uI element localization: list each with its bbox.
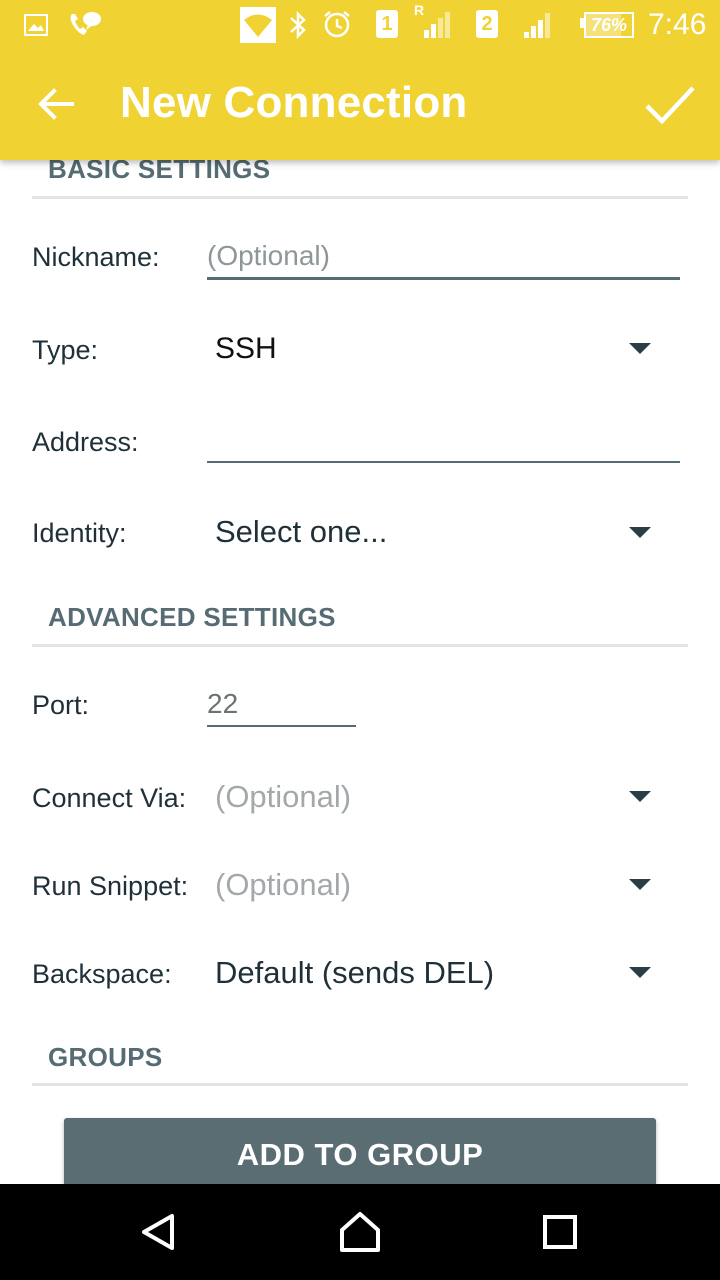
app-header: 1 R 2 76% 7:46 New Connection xyxy=(0,0,720,160)
backspace-label: Backspace: xyxy=(32,959,172,989)
sim2-badge: 2 xyxy=(476,10,498,38)
port-field[interactable]: 22 xyxy=(207,688,238,720)
advanced-settings-header: ADVANCED SETTINGS xyxy=(48,602,336,632)
nickname-underline xyxy=(207,277,680,280)
alarm-icon xyxy=(324,11,350,38)
port-label: Port: xyxy=(32,690,90,720)
dropdown-arrow-icon[interactable] xyxy=(629,527,651,538)
connect-via-label: Connect Via: xyxy=(32,783,187,813)
dropdown-arrow-icon[interactable] xyxy=(629,791,651,802)
signal-2-icon xyxy=(524,13,550,38)
system-nav-bar xyxy=(0,1184,720,1280)
check-icon[interactable] xyxy=(644,80,696,128)
nav-back-icon[interactable] xyxy=(136,1208,184,1256)
section-divider xyxy=(32,1083,688,1086)
battery-percent: 76% xyxy=(590,15,628,35)
type-dropdown[interactable]: SSH xyxy=(215,332,277,366)
address-label: Address: xyxy=(32,427,139,457)
nickname-label: Nickname: xyxy=(32,242,160,272)
wifi-icon xyxy=(240,7,276,43)
status-bar: 1 R 2 76% 7:46 xyxy=(0,0,720,50)
dropdown-arrow-icon[interactable] xyxy=(629,343,651,354)
clock: 7:46 xyxy=(648,8,707,41)
nav-recents-icon[interactable] xyxy=(536,1208,584,1256)
run-snippet-label: Run Snippet: xyxy=(32,871,189,901)
section-divider xyxy=(32,196,688,199)
page-title: New Connection xyxy=(120,78,468,127)
section-divider xyxy=(32,644,688,647)
groups-header: GROUPS xyxy=(48,1042,163,1072)
nav-home-icon[interactable] xyxy=(336,1208,384,1256)
signal-icon xyxy=(424,12,450,38)
identity-label: Identity: xyxy=(32,518,127,548)
arrow-back-icon[interactable] xyxy=(36,84,76,124)
type-label: Type: xyxy=(32,335,99,365)
sim1-badge: 1 xyxy=(376,10,398,38)
nickname-field[interactable]: (Optional) xyxy=(207,240,330,272)
run-snippet-dropdown[interactable]: (Optional) xyxy=(215,867,351,903)
battery-icon: 76% xyxy=(584,12,634,38)
backspace-dropdown[interactable]: Default (sends DEL) xyxy=(215,955,494,991)
identity-dropdown[interactable]: Select one... xyxy=(215,514,387,550)
dropdown-arrow-icon[interactable] xyxy=(629,879,651,890)
bluetooth-icon xyxy=(290,10,306,40)
image-icon xyxy=(24,14,48,36)
connect-via-dropdown[interactable]: (Optional) xyxy=(215,779,351,815)
address-underline xyxy=(207,461,680,463)
chat-icon xyxy=(70,12,101,35)
port-underline xyxy=(207,725,356,727)
address-field[interactable] xyxy=(207,424,680,460)
dropdown-arrow-icon[interactable] xyxy=(629,967,651,978)
